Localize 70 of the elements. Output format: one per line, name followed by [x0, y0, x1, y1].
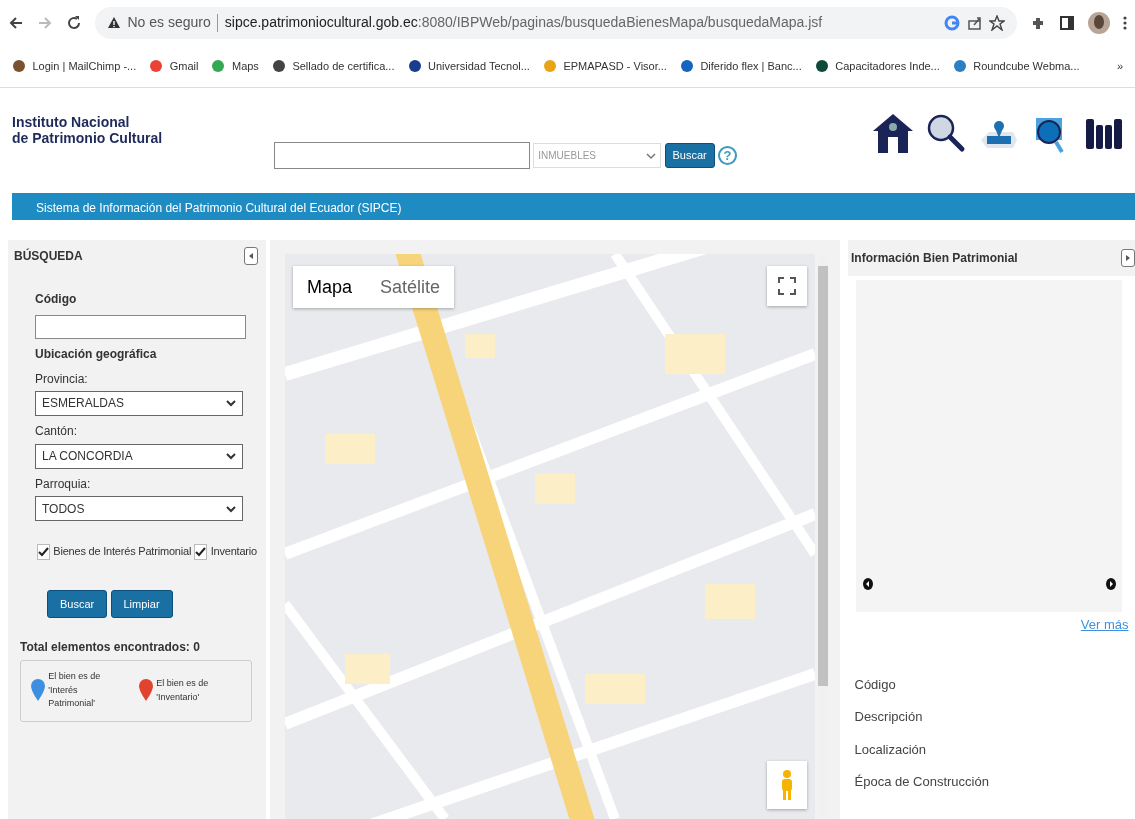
bookmark-link[interactable]: Login | MailChimp -...	[12, 57, 137, 75]
bookmark-link[interactable]: Roundcube Webma...	[952, 57, 1080, 75]
fullscreen-button[interactable]	[767, 266, 807, 306]
warning-icon	[107, 16, 121, 29]
checkbox-label: Inventario	[210, 544, 257, 560]
chevron-icon	[226, 399, 236, 408]
field-label: Descripción	[854, 708, 924, 727]
checkbox-label: Bienes de Interés Patrimonial	[53, 544, 192, 560]
bookmark-link[interactable]: Capacitadores Inde...	[814, 57, 940, 75]
select-field[interactable]: LA CONCORDIA	[35, 443, 243, 469]
action-button[interactable]: Limpiar	[110, 589, 173, 619]
share-icon[interactable]	[966, 14, 983, 31]
search-icon[interactable]	[926, 112, 966, 155]
menu-icon[interactable]	[1123, 14, 1127, 31]
expand-button[interactable]	[1121, 249, 1135, 267]
check-icon	[38, 546, 49, 557]
home-icon[interactable]	[873, 112, 913, 155]
field-label: Código	[35, 291, 78, 308]
bookmark-link[interactable]: Diferido flex | Banc...	[679, 57, 802, 75]
panel-title: BÚSQUEDA	[14, 247, 83, 265]
checkbox[interactable]	[37, 543, 50, 560]
map-type-tab[interactable]: Satélite	[366, 266, 455, 308]
logo-text: Instituto Nacional	[12, 114, 131, 130]
field-label: Parroquia:	[35, 476, 92, 493]
sidebar-icon[interactable]	[1059, 14, 1075, 31]
fullscreen-icon	[778, 277, 796, 295]
more-bookmarks-button[interactable]: »	[1116, 57, 1123, 75]
field-label: Cantón:	[35, 423, 79, 441]
check-icon	[195, 546, 207, 557]
results-count: Total elementos encontrados: 0	[20, 639, 201, 657]
chevron-icon	[226, 504, 236, 513]
triangle-icon	[248, 252, 254, 260]
bookmark-link[interactable]: Gmail	[149, 57, 199, 75]
chevron-icon	[226, 452, 236, 460]
person-icon	[779, 770, 795, 800]
bookmark-link[interactable]: Maps	[211, 57, 259, 75]
previous-icon[interactable]	[862, 578, 873, 590]
checkbox[interactable]	[194, 543, 208, 560]
divider-line	[217, 13, 219, 32]
address-bar[interactable]: No es seguro sipce.patrimoniocultural.gob.ec:8080/IBPWeb/paginas/busquedaBienesMapa/busquedaMapa.jsf	[95, 6, 1017, 39]
avatar-icon[interactable]	[1088, 11, 1110, 34]
section-label: Ubicación geográfica	[35, 346, 158, 363]
url-text: sipce.patrimoniocultural.gob.ec:8080/IBPWeb/paginas/busquedaBienesMapa/busquedaMapa.jsf	[224, 13, 823, 32]
search-field[interactable]	[274, 142, 530, 169]
select-field[interactable]: ESMERALDAS	[35, 390, 243, 416]
legend-label: El bien es de 'Interés Patrimonial'	[48, 670, 102, 711]
next-icon[interactable]	[1105, 578, 1116, 590]
bookmark-link[interactable]: Sellado de certifica...	[271, 57, 395, 75]
reload-icon[interactable]	[66, 14, 82, 31]
chevron-icon	[646, 151, 657, 160]
star-icon[interactable]	[989, 14, 1005, 31]
page-banner: Sistema de Información del Patrimonio Cultural del Ecuador (SIPCE)	[12, 193, 1135, 220]
action-button[interactable]: Buscar	[47, 589, 108, 619]
legend-label: El bien es de 'Inventario'	[156, 677, 210, 704]
bookmark-link[interactable]: EPMAPASD - Visor...	[542, 57, 667, 75]
logo-text: de Patrimonio Cultural	[12, 130, 164, 146]
search-button[interactable]: Buscar	[664, 143, 715, 168]
back-icon[interactable]	[8, 14, 24, 31]
panel-title: Información Bien Patrimonial	[851, 250, 1018, 267]
field-label: Época de Construcción	[854, 773, 990, 792]
collapse-button[interactable]	[244, 247, 258, 265]
map-type-tab[interactable]: Mapa	[293, 266, 367, 308]
field-label: Código	[854, 675, 897, 694]
triangle-icon	[1125, 254, 1131, 262]
code-field[interactable]	[35, 314, 246, 339]
select-field[interactable]: TODOS	[35, 496, 243, 522]
field-label: Localización	[854, 740, 928, 759]
security-label: No es seguro	[127, 13, 211, 32]
field-label: Provincia:	[35, 370, 89, 388]
bookmark-link[interactable]: Universidad Tecnol...	[407, 57, 530, 75]
